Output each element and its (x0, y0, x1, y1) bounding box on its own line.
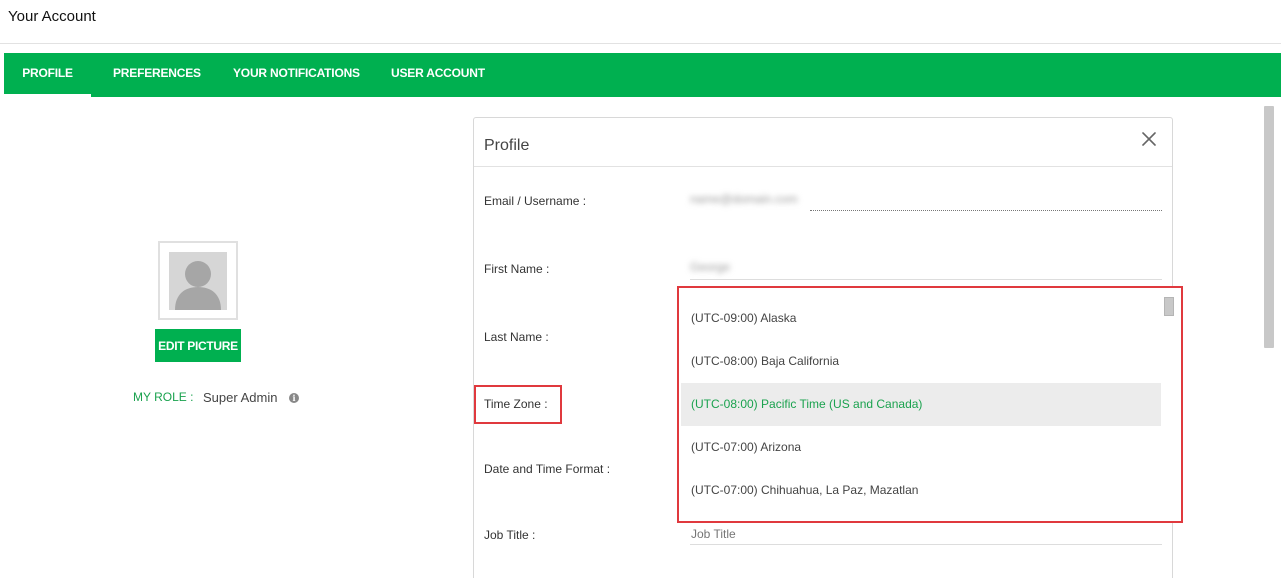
default-avatar-icon (169, 252, 227, 310)
tab-preferences[interactable]: PREFERENCES (113, 53, 201, 97)
tab-your-notifications[interactable]: YOUR NOTIFICATIONS (233, 53, 360, 97)
avatar (158, 241, 238, 320)
panel-header-divider (474, 166, 1172, 167)
page-scrollbar[interactable] (1264, 106, 1274, 348)
date-time-format-label: Date and Time Format : (484, 462, 611, 476)
close-icon[interactable] (1140, 130, 1158, 148)
tab-profile[interactable]: PROFILE (4, 53, 91, 97)
time-zone-dropdown[interactable]: (UTC-09:00) Alaska (UTC-08:00) Baja Cali… (677, 286, 1183, 523)
time-zone-label-highlight (474, 385, 562, 424)
email-username-value: name@domain.com (690, 192, 798, 206)
first-name-underline (690, 279, 1162, 280)
my-role-label: MY ROLE : (133, 390, 194, 404)
email-username-label: Email / Username : (484, 194, 587, 208)
email-underline (810, 210, 1162, 211)
last-name-label: Last Name : (484, 330, 549, 344)
account-tab-bar: PROFILE PREFERENCES YOUR NOTIFICATIONS U… (4, 53, 1281, 97)
my-role-value: Super Admin (203, 390, 278, 405)
time-zone-option[interactable]: (UTC-08:00) Baja California (681, 340, 1161, 383)
time-zone-options: (UTC-09:00) Alaska (UTC-08:00) Baja Cali… (681, 297, 1161, 512)
profile-panel-title: Profile (484, 137, 530, 154)
tab-user-account[interactable]: USER ACCOUNT (391, 53, 485, 97)
dropdown-scrollbar-thumb[interactable] (1164, 297, 1174, 316)
info-icon[interactable]: i (289, 393, 299, 403)
title-divider (0, 43, 1281, 44)
job-title-input[interactable] (690, 523, 1162, 545)
time-zone-option[interactable]: (UTC-09:00) Alaska (681, 297, 1161, 340)
edit-picture-button[interactable]: EDIT PICTURE (155, 329, 241, 362)
first-name-label: First Name : (484, 262, 550, 276)
page-title: Your Account (8, 8, 96, 25)
time-zone-option-selected[interactable]: (UTC-08:00) Pacific Time (US and Canada) (681, 383, 1161, 426)
time-zone-option[interactable]: (UTC-07:00) Chihuahua, La Paz, Mazatlan (681, 469, 1161, 512)
first-name-field[interactable]: George (690, 260, 730, 274)
job-title-label: Job Title : (484, 528, 536, 542)
time-zone-option[interactable]: (UTC-07:00) Arizona (681, 426, 1161, 469)
